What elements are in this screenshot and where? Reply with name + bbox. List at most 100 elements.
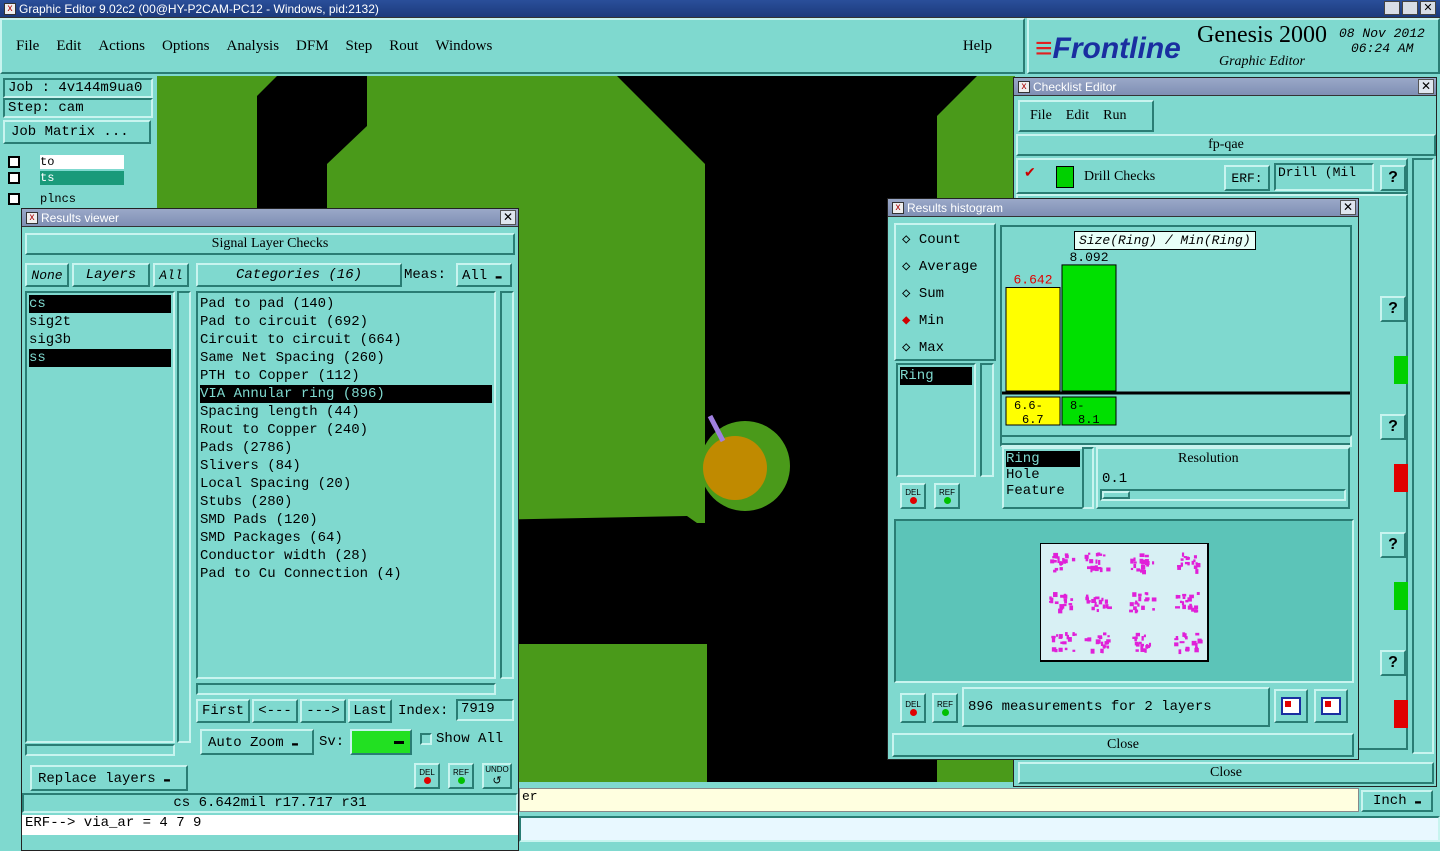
job-matrix-button[interactable]: Job Matrix ...	[3, 120, 151, 144]
radio-average[interactable]: ◇ Average	[896, 252, 994, 279]
chart-hscrollbar[interactable]	[1000, 435, 1352, 447]
menu-step[interactable]: Step	[346, 38, 373, 55]
layer-item[interactable]: ts	[40, 171, 124, 185]
categories-button[interactable]: Categories (16)	[196, 263, 402, 287]
checklist-close-button[interactable]: Close	[1018, 762, 1434, 784]
minimize-button[interactable]	[1384, 1, 1400, 15]
ref-button[interactable]: REF	[932, 693, 958, 723]
menu-dfm[interactable]: DFM	[296, 38, 329, 55]
list-item[interactable]: cs	[29, 295, 171, 313]
menu-analysis[interactable]: Analysis	[227, 38, 280, 55]
histogram-close-button[interactable]: Close	[892, 733, 1354, 757]
list-item[interactable]: SMD Pads (120)	[200, 511, 492, 529]
close-icon[interactable]: ✕	[1420, 1, 1436, 15]
histogram-bar[interactable]	[1005, 287, 1061, 392]
layer-item[interactable]: plncs	[40, 192, 76, 206]
menu-edit[interactable]: Edit	[56, 38, 81, 55]
replace-layers-select[interactable]: Replace layers ▬	[30, 765, 188, 791]
list-item[interactable]: Hole	[1006, 467, 1080, 483]
close-icon[interactable]: ✕	[500, 210, 516, 225]
list-item[interactable]: Rout to Copper (240)	[200, 421, 492, 439]
list-item[interactable]: ss	[29, 349, 171, 367]
layer-checkbox[interactable]	[8, 156, 20, 168]
units-select[interactable]: Inch ▬	[1361, 790, 1433, 812]
list-item[interactable]: Same Net Spacing (260)	[200, 349, 492, 367]
checklist-menu-edit[interactable]: Edit	[1066, 108, 1089, 124]
last-button[interactable]: Last	[348, 699, 392, 723]
category-hscrollbar[interactable]	[196, 683, 496, 695]
list-item[interactable]: sig2t	[29, 313, 171, 331]
category-scrollbar[interactable]	[500, 291, 514, 679]
board-preview[interactable]	[1040, 543, 1210, 663]
menu-help[interactable]: Help	[963, 38, 992, 55]
show-all-checkbox[interactable]	[420, 733, 432, 745]
radio-max[interactable]: ◇ Max	[896, 333, 994, 360]
meas-select[interactable]: All ▬	[456, 263, 512, 287]
ref-button[interactable]: REF	[448, 763, 474, 789]
checklist-scrollbar[interactable]	[1412, 158, 1434, 754]
del-button[interactable]: DEL	[414, 763, 440, 789]
sv-color-select[interactable]: ▬	[350, 729, 412, 755]
type-list[interactable]: Ring Hole Feature	[1002, 447, 1084, 509]
list-item[interactable]: Conductor width (28)	[200, 547, 492, 565]
index-input[interactable]: 7919	[456, 699, 514, 721]
list-item[interactable]: sig3b	[29, 331, 171, 349]
list-item[interactable]: Feature	[1006, 483, 1080, 499]
all-button[interactable]: All	[153, 263, 189, 287]
zoom-area-icon[interactable]	[1314, 689, 1348, 723]
help-button[interactable]: ?	[1380, 532, 1406, 558]
menu-rout[interactable]: Rout	[389, 38, 418, 55]
list-item[interactable]: PTH to Copper (112)	[200, 367, 492, 385]
layer-list-hscrollbar[interactable]	[25, 744, 175, 756]
command-line[interactable]	[519, 816, 1440, 842]
radio-sum[interactable]: ◇ Sum	[896, 279, 994, 306]
list-item[interactable]: VIA Annular ring (896)	[200, 385, 492, 403]
close-icon[interactable]: ✕	[1418, 79, 1434, 94]
help-button[interactable]: ?	[1380, 296, 1406, 322]
none-button[interactable]: None	[25, 263, 69, 287]
prev-button[interactable]: <---	[252, 699, 298, 723]
erf-input[interactable]: Drill (Mil	[1274, 163, 1374, 191]
first-button[interactable]: First	[196, 699, 250, 723]
list-item[interactable]: Spacing length (44)	[200, 403, 492, 421]
del-button[interactable]: DEL	[900, 483, 926, 509]
category-list[interactable]: Pad to pad (140) Pad to circuit (692) Ci…	[196, 291, 496, 679]
menu-actions[interactable]: Actions	[98, 38, 145, 55]
auto-zoom-select[interactable]: Auto Zoom ▬	[200, 729, 314, 755]
menu-options[interactable]: Options	[162, 38, 210, 55]
list-item[interactable]: Pad to pad (140)	[200, 295, 492, 313]
ref-button[interactable]: REF	[934, 483, 960, 509]
checklist-menu-file[interactable]: File	[1030, 108, 1052, 124]
resolution-slider[interactable]	[1100, 489, 1346, 501]
layer-list-scrollbar[interactable]	[177, 291, 191, 743]
maximize-button[interactable]	[1402, 1, 1418, 15]
histogram-list-scrollbar[interactable]	[980, 363, 994, 477]
layer-item[interactable]: to	[40, 155, 124, 169]
list-item[interactable]: Pads (2786)	[200, 439, 492, 457]
histogram-list[interactable]: Ring	[896, 363, 976, 477]
list-item[interactable]: Stubs (280)	[200, 493, 492, 511]
help-button[interactable]: ?	[1380, 165, 1406, 191]
menu-windows[interactable]: Windows	[435, 38, 492, 55]
layer-checkbox[interactable]	[8, 172, 20, 184]
del-button[interactable]: DEL	[900, 693, 926, 723]
zoom-feature-icon[interactable]	[1274, 689, 1308, 723]
list-item[interactable]: Ring	[1006, 451, 1080, 467]
list-item[interactable]: Pad to circuit (692)	[200, 313, 492, 331]
list-item[interactable]: Pad to Cu Connection (4)	[200, 565, 492, 583]
radio-count[interactable]: ◇ Count	[896, 225, 994, 252]
histogram-bar[interactable]	[1061, 264, 1117, 392]
layer-results-list[interactable]: cs sig2t sig3b ss	[25, 291, 175, 743]
type-list-scrollbar[interactable]	[1082, 447, 1094, 509]
help-button[interactable]: ?	[1380, 414, 1406, 440]
help-button[interactable]: ?	[1380, 650, 1406, 676]
list-item[interactable]: Local Spacing (20)	[200, 475, 492, 493]
drill-checks-row[interactable]: ✔ Drill Checks ERF: Drill (Mil ?	[1016, 158, 1408, 194]
close-icon[interactable]: ✕	[1340, 200, 1356, 215]
list-item[interactable]: Circuit to circuit (664)	[200, 331, 492, 349]
radio-min[interactable]: ◆ Min	[896, 306, 994, 333]
layers-button[interactable]: Layers	[72, 263, 150, 287]
list-item[interactable]: Ring	[900, 367, 972, 385]
layer-checkbox[interactable]	[8, 193, 20, 205]
list-item[interactable]: Slivers (84)	[200, 457, 492, 475]
